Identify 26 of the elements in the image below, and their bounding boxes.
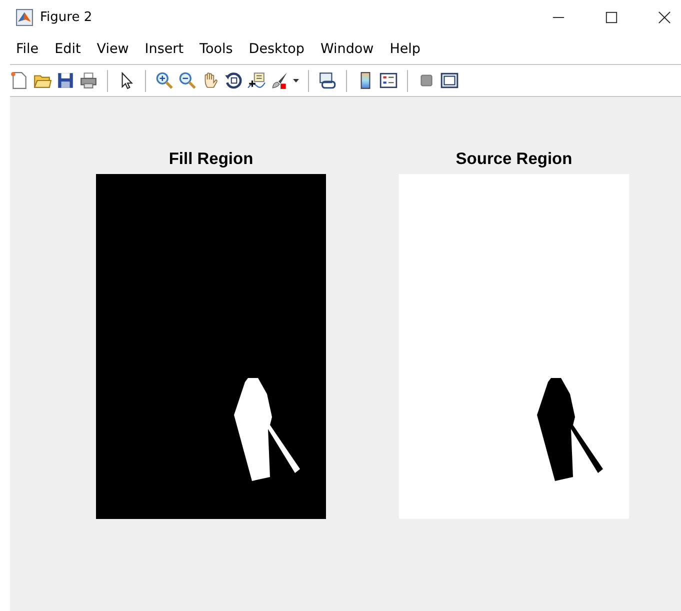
menu-item[interactable]: View	[88, 41, 137, 57]
legend-icon[interactable]	[379, 71, 398, 90]
zoom-in-icon[interactable]	[155, 71, 174, 90]
app-icon	[16, 8, 33, 26]
window-title: Figure 2	[40, 10, 92, 24]
caret-icon[interactable]	[293, 78, 299, 82]
save-icon[interactable]	[56, 71, 75, 90]
link-icon[interactable]	[318, 71, 337, 90]
close-icon[interactable]	[658, 10, 671, 24]
data-cursor-icon[interactable]	[247, 71, 266, 90]
menu-item[interactable]: Help	[382, 41, 428, 57]
menu-item[interactable]: Insert	[136, 41, 192, 57]
axes-title: Source Region	[456, 149, 572, 170]
menu-item[interactable]: Window	[312, 41, 382, 57]
maximize-icon[interactable]	[605, 10, 618, 24]
printer-icon[interactable]	[79, 71, 98, 90]
rotate-icon[interactable]	[224, 71, 243, 90]
brush-icon[interactable]	[270, 71, 289, 90]
menu-item[interactable]: Desktop	[240, 41, 312, 57]
show-tools-icon[interactable]	[440, 71, 459, 90]
axes-title: Fill Region	[168, 149, 254, 170]
new-file-icon[interactable]	[10, 71, 29, 90]
menu-item[interactable]: Tools	[192, 41, 241, 57]
menu-item[interactable]: File	[8, 41, 47, 57]
zoom-out-icon[interactable]	[178, 71, 197, 90]
menu-item[interactable]: Edit	[46, 41, 89, 57]
